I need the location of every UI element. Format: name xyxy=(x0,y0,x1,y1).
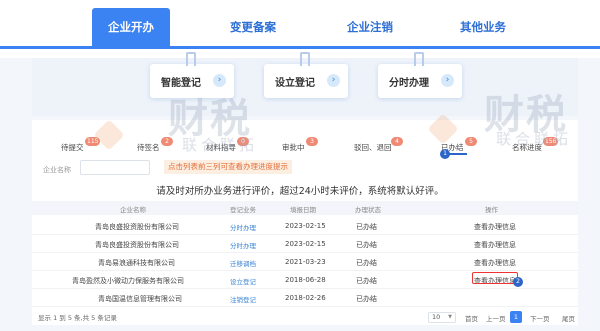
company-name-cell[interactable]: 青岛良盛投资股份有限公司 xyxy=(95,222,179,232)
company-name-cell[interactable]: 青岛盈然及小微动力保服务有限公司 xyxy=(72,276,184,286)
record-summary: 显示 1 到 5 条,共 5 条记录 xyxy=(38,314,117,322)
progress-hint-warning: 点击列表前三列可查看办理进度提示 xyxy=(164,160,292,174)
column-header-company: 企业名称 xyxy=(120,206,146,214)
current-page-button[interactable]: 1 xyxy=(510,311,522,323)
card-label: 分时办理 xyxy=(389,78,429,89)
callout-step-1: 1 xyxy=(440,149,450,159)
status-cell: 已办结 xyxy=(356,241,377,249)
status-count-badge: 0 xyxy=(237,137,249,146)
fill-date-cell[interactable]: 2018-06-28 xyxy=(285,276,326,284)
status-cell: 已办结 xyxy=(356,223,377,231)
business-type-cell[interactable]: 迁移调档 xyxy=(230,258,256,268)
highlight-box xyxy=(472,272,518,284)
evaluation-notice: 请及时对所办业务进行评价，超过24小时未评价，系统将默认好评。 xyxy=(156,186,444,197)
status-label: 材料指导 xyxy=(206,143,236,152)
business-type-cell[interactable]: 注销登记 xyxy=(230,294,256,304)
status-count-badge: 4 xyxy=(391,137,403,146)
status-label: 待提交 xyxy=(61,143,84,152)
tab-enterprise-deregistration[interactable]: 企业注销 xyxy=(335,12,405,42)
card-label: 智能登记 xyxy=(161,78,201,89)
business-type-cell[interactable]: 设立登记 xyxy=(230,276,256,286)
callout-pointer xyxy=(449,153,467,155)
status-cell: 已办结 xyxy=(356,277,377,285)
status-count-badge: 3 xyxy=(306,137,318,146)
status-under-review[interactable]: 审批中 3 xyxy=(282,137,318,153)
status-label: 审批中 xyxy=(282,143,305,152)
status-pending-submit[interactable]: 待提交 115 xyxy=(61,137,101,153)
fill-date-cell[interactable]: 2023-02-15 xyxy=(285,222,326,230)
company-name-label: 企业名称 xyxy=(43,166,71,174)
page-size-select[interactable]: 10 ▼ xyxy=(428,312,456,323)
nav-underline xyxy=(0,46,600,49)
status-name-progress[interactable]: 名称进度 156 xyxy=(512,137,559,153)
status-label: 名称进度 xyxy=(512,143,542,152)
business-type-cell[interactable]: 分时办理 xyxy=(230,240,256,250)
status-material-guidance[interactable]: 材料指导 0 xyxy=(206,137,249,153)
callout-step-2: 2 xyxy=(513,277,523,287)
first-page-button[interactable]: 首页 xyxy=(465,313,478,323)
prev-page-button[interactable]: 上一页 xyxy=(486,313,506,323)
top-navigation: 企业开办 变更备案 企业注销 其他业务 xyxy=(0,0,600,58)
view-info-link[interactable]: 查看办理信息 xyxy=(474,258,516,268)
column-header-status: 办理状态 xyxy=(355,206,381,214)
last-page-button[interactable]: 尾页 xyxy=(562,313,575,323)
status-cell: 已办结 xyxy=(356,295,377,303)
status-pending-sign[interactable]: 待签名 2 xyxy=(137,137,173,153)
arrow-right-icon: › xyxy=(441,74,454,87)
next-page-button[interactable]: 下一页 xyxy=(530,313,550,323)
card-time-slot-processing[interactable]: 分时办理 › xyxy=(378,52,462,98)
card-tab-decoration xyxy=(300,52,310,66)
tab-change-filing[interactable]: 变更备案 xyxy=(218,12,288,42)
card-label: 设立登记 xyxy=(275,78,315,89)
column-header-business-type: 登记业务 xyxy=(230,206,256,214)
view-info-link[interactable]: 查看办理信息 xyxy=(474,222,516,232)
status-rejected-returned[interactable]: 驳回、退回 4 xyxy=(354,137,403,153)
status-count-badge: 5 xyxy=(465,137,477,146)
status-count-badge: 156 xyxy=(543,137,559,146)
arrow-right-icon: › xyxy=(327,74,340,87)
card-smart-registration[interactable]: 智能登记 › xyxy=(150,52,234,98)
company-name-cell[interactable]: 青岛良盛投资股份有限公司 xyxy=(95,240,179,250)
column-header-fill-date: 填报日期 xyxy=(290,206,316,214)
column-header-actions: 操作 xyxy=(485,206,498,214)
company-name-cell[interactable]: 青岛易浪通科技有限公司 xyxy=(98,258,175,268)
page-size-value: 10 xyxy=(432,313,441,321)
business-type-cell[interactable]: 分时办理 xyxy=(230,222,256,232)
card-tab-decoration xyxy=(414,52,424,66)
company-name-cell[interactable]: 青岛国温信息管理有限公司 xyxy=(98,294,182,304)
tab-other-business[interactable]: 其他业务 xyxy=(448,12,518,42)
status-label: 驳回、退回 xyxy=(354,143,392,152)
card-establishment-registration[interactable]: 设立登记 › xyxy=(264,52,348,98)
company-name-input[interactable] xyxy=(80,160,150,175)
view-info-link[interactable]: 查看办理信息 xyxy=(474,240,516,250)
card-tab-decoration xyxy=(186,52,196,66)
status-label: 待签名 xyxy=(137,143,160,152)
fill-date-cell[interactable]: 2018-02-26 xyxy=(285,294,326,302)
status-count-badge: 2 xyxy=(161,137,173,146)
arrow-right-icon: › xyxy=(213,74,226,87)
chevron-down-icon: ▼ xyxy=(448,314,452,320)
fill-date-cell[interactable]: 2021-03-23 xyxy=(285,258,326,266)
tab-enterprise-setup[interactable]: 企业开办 xyxy=(92,8,170,46)
fill-date-cell[interactable]: 2023-02-15 xyxy=(285,240,326,248)
status-cell: 已办结 xyxy=(356,259,377,267)
